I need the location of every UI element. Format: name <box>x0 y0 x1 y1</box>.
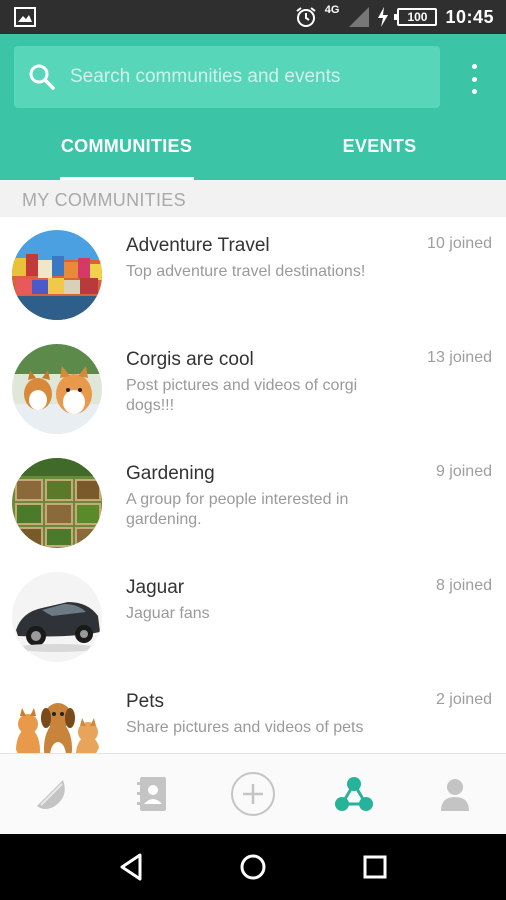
section-title: MY COMMUNITIES <box>0 180 506 217</box>
nav-home[interactable] <box>0 754 101 834</box>
community-description: Post pictures and videos of corgi dogs!!… <box>126 377 358 414</box>
joined-count: 8 joined <box>435 577 492 594</box>
community-description: A group for people interested in gardeni… <box>126 491 349 528</box>
signal-icon <box>349 7 370 27</box>
tab-events[interactable]: EVENTS <box>253 126 506 180</box>
community-description: Share pictures and videos of pets <box>126 719 364 736</box>
community-name: Corgis are cool <box>126 349 254 370</box>
nav-profile[interactable] <box>405 754 506 834</box>
community-avatar <box>12 344 102 434</box>
joined-count: 2 joined <box>435 691 492 708</box>
list-item[interactable]: Corgis are cool Post pictures and videos… <box>0 331 506 445</box>
joined-count: 9 joined <box>435 463 492 480</box>
joined-count: 13 joined <box>427 349 492 366</box>
charging-icon <box>378 7 389 27</box>
search-bar[interactable] <box>14 46 440 108</box>
community-avatar <box>12 230 102 320</box>
list-item[interactable]: Pets Share pictures and videos of pets 2… <box>0 673 506 753</box>
community-name: Pets <box>126 691 165 712</box>
contacts-book-icon <box>136 777 166 811</box>
profile-icon <box>441 779 470 811</box>
community-name: Jaguar <box>126 577 185 598</box>
nav-communities[interactable] <box>304 754 405 834</box>
community-description: Jaguar fans <box>126 605 210 622</box>
search-icon[interactable] <box>28 63 56 91</box>
recents-button[interactable] <box>355 847 395 887</box>
tab-events-label: EVENTS <box>342 136 417 156</box>
battery-indicator: 100 <box>394 8 438 26</box>
status-bar: 4G 100 10:45 <box>0 0 506 34</box>
list-item[interactable]: Jaguar Jaguar fans 8 joined <box>0 559 506 673</box>
clock: 10:45 <box>445 6 494 27</box>
tab-communities-label: COMMUNITIES <box>60 136 193 156</box>
community-list: Adventure Travel Top adventure travel de… <box>0 217 506 753</box>
list-item[interactable]: Gardening A group for people interested … <box>0 445 506 559</box>
search-input[interactable] <box>70 66 440 88</box>
list-item[interactable]: Adventure Travel Top adventure travel de… <box>0 217 506 331</box>
nav-contacts[interactable] <box>101 754 202 834</box>
bottom-navigation <box>0 753 506 834</box>
tab-bar: COMMUNITIES EVENTS <box>0 126 506 180</box>
network-type: 4G <box>324 4 340 16</box>
tab-communities[interactable]: COMMUNITIES <box>0 126 253 180</box>
community-avatar <box>12 572 102 662</box>
home-icon <box>240 854 266 880</box>
home-button[interactable] <box>233 847 273 887</box>
back-icon <box>120 853 142 881</box>
communities-icon <box>335 777 374 811</box>
community-name: Adventure Travel <box>126 235 270 256</box>
image-notification-icon <box>14 7 36 27</box>
community-name: Gardening <box>126 463 215 484</box>
nav-add[interactable] <box>202 754 303 834</box>
app-header: COMMUNITIES EVENTS <box>0 34 506 180</box>
battery-level: 100 <box>407 10 428 24</box>
watermelon-icon <box>36 780 65 809</box>
more-options-icon[interactable] <box>464 64 484 94</box>
system-navigation-bar <box>0 834 506 900</box>
recents-icon <box>363 855 387 879</box>
joined-count: 10 joined <box>427 235 492 252</box>
community-avatar <box>12 458 102 548</box>
alarm-icon <box>296 7 316 27</box>
community-description: Top adventure travel destinations! <box>126 263 366 280</box>
add-circle-icon <box>230 772 275 816</box>
community-avatar <box>12 686 102 753</box>
back-button[interactable] <box>111 847 151 887</box>
